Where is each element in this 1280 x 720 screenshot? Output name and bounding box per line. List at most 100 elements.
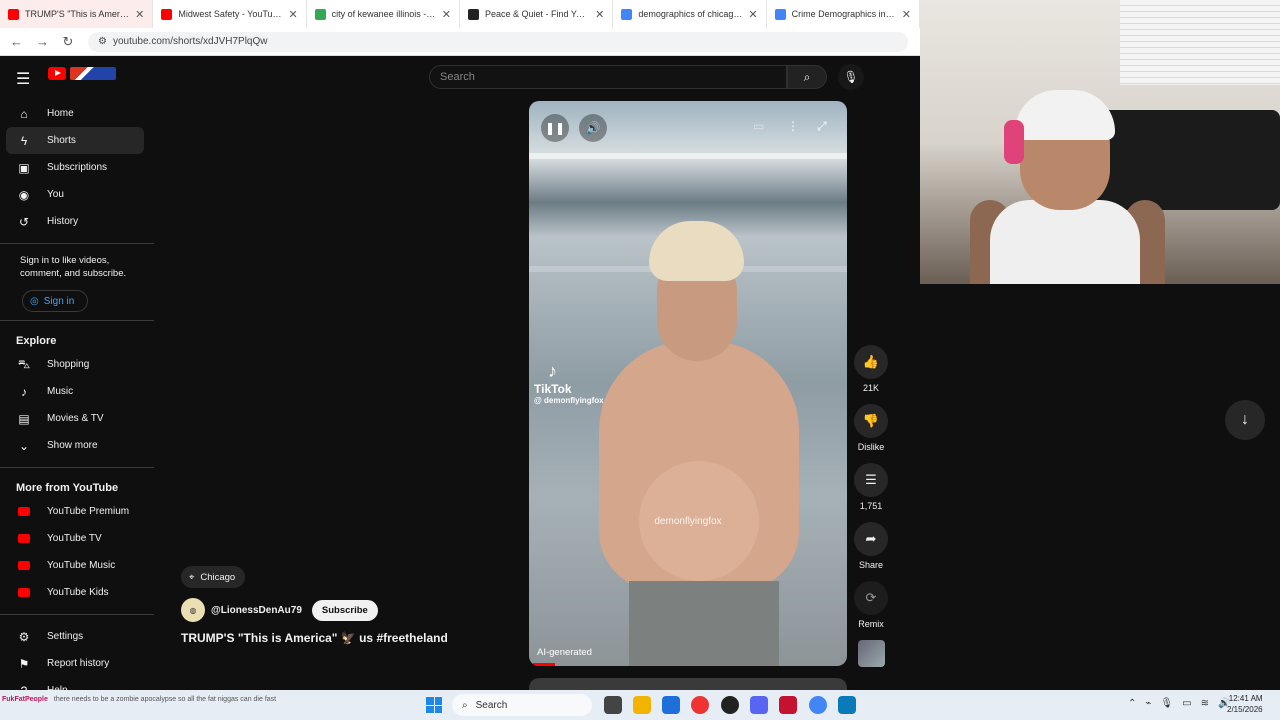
remix-button[interactable]: ⟳ Remix [853, 581, 889, 632]
discord-icon[interactable] [750, 696, 768, 714]
forward-icon[interactable]: → [36, 34, 49, 49]
progress-bar[interactable] [533, 663, 556, 666]
microphone-icon: 🎙 [843, 70, 859, 84]
browser-tab-bar: TRUMP'S "This is America" ✕ Midwest Safety… [0, 0, 920, 28]
dislike-button[interactable]: 👎 Dislike [853, 404, 889, 455]
voice-search-button[interactable]: 🎙 [838, 64, 864, 90]
sidebar-item-settings[interactable]: ⚙ Settings [6, 623, 144, 650]
like-button[interactable]: 👍 21K [853, 345, 889, 396]
channel-name[interactable]: @LionessDenAu79 [211, 605, 302, 616]
gear-icon: ⚙ [18, 629, 30, 644]
browser-tab[interactable]: Midwest Safety - YouTube ✕ [153, 0, 307, 28]
chevron-up-icon[interactable]: ⌃ [1128, 698, 1136, 709]
close-icon[interactable]: ✕ [748, 8, 757, 21]
short-metadata: ⌖ Chicago ◍ @LionessDenAu79 Subscribe TR… [181, 566, 448, 645]
sidebar-item-youtube-tv[interactable]: YouTube TV [6, 525, 144, 552]
close-icon[interactable]: ✕ [288, 8, 297, 21]
share-icon: ➦ [865, 531, 877, 546]
sidebar-item-label: Report history [47, 658, 110, 669]
network-icon[interactable]: ⌁ [1145, 698, 1151, 709]
tab-title: Peace & Quiet - Find Your Quiet [484, 9, 590, 19]
wifi-icon[interactable]: ≋ [1201, 698, 1209, 709]
comments-button[interactable]: ☰ 1,751 [853, 463, 889, 514]
sidebar-item-movies-tv[interactable]: ▤ Movies & TV [6, 405, 144, 432]
sign-in-button[interactable]: ◎ Sign in [22, 290, 88, 312]
pause-button[interactable]: ❚❚ [541, 114, 569, 142]
sound-thumbnail[interactable] [858, 640, 885, 667]
chrome-icon[interactable] [691, 696, 709, 714]
sidebar-item-history[interactable]: ↺ History [6, 208, 144, 235]
sidebar-item-label: YouTube Music [47, 560, 116, 571]
browser-tab[interactable]: city of kewanee illinois - Google ✕ [307, 0, 460, 28]
sidebar-item-youtube-kids[interactable]: YouTube Kids [6, 579, 144, 606]
store-icon[interactable] [662, 696, 680, 714]
location-chip[interactable]: ⌖ Chicago [181, 566, 246, 588]
subscribe-button[interactable]: Subscribe [311, 599, 378, 621]
history-icon: ↺ [18, 214, 30, 229]
menu-icon[interactable]: ☰ [16, 69, 30, 89]
video-title[interactable]: TRUMP'S "This is America" 🦅 us #freethel… [181, 631, 448, 645]
microphone-icon[interactable]: 🎙 [1160, 698, 1173, 709]
next-short-preview[interactable] [529, 678, 847, 690]
sidebar-item-music[interactable]: ♪ Music [6, 378, 144, 405]
sidebar-item-youtube-premium[interactable]: YouTube Premium [6, 498, 144, 525]
sidebar-item-home[interactable]: ⌂ Home [6, 100, 144, 127]
youtube-logo[interactable] [48, 67, 116, 80]
home-icon: ⌂ [20, 106, 28, 121]
taskbar-search[interactable]: ⌕ Search [452, 694, 592, 716]
pause-icon: ❚❚ [544, 121, 566, 135]
close-icon[interactable]: ✕ [595, 8, 604, 21]
more-options-icon[interactable]: ⋮ [787, 119, 799, 133]
chrome-active-icon[interactable] [809, 696, 827, 714]
file-explorer-icon[interactable] [633, 696, 651, 714]
explore-heading: Explore [16, 335, 57, 347]
sidebar-item-show-more[interactable]: ⌄ Show more [6, 432, 144, 459]
sidebar-item-label: Movies & TV [47, 413, 104, 424]
sidebar-item-you[interactable]: ◉ You [6, 181, 144, 208]
volume-button[interactable]: 🔊 [579, 114, 607, 142]
fullscreen-icon[interactable]: ⤢ [817, 119, 827, 134]
back-icon[interactable]: ← [10, 34, 23, 49]
close-icon[interactable]: ✕ [135, 8, 144, 21]
short-video-player[interactable]: ❚❚ 🔊 ▭ ⋮ ⤢ ♪ TikTok @ demonflyingfox dem… [529, 101, 847, 666]
search-input[interactable]: Search [429, 65, 787, 89]
system-tray: ⌃ ⌁ 🎙 ▭ ≋ 🔊 [1128, 698, 1230, 709]
sidebar-item-youtube-music[interactable]: YouTube Music [6, 552, 144, 579]
sidebar-divider [0, 320, 154, 321]
search-button[interactable]: ⌕ [787, 65, 827, 89]
display-icon[interactable]: ▭ [1182, 698, 1191, 709]
windows-taskbar: FukFatPeople there needs to be a zombie … [0, 690, 1280, 720]
obs-icon[interactable] [721, 696, 739, 714]
captions-icon[interactable]: ▭ [753, 119, 764, 133]
share-button[interactable]: ➦ Share [853, 522, 889, 573]
youtube-kids-icon [17, 586, 31, 600]
youtube-music-icon [17, 559, 31, 573]
sidebar-item-shorts[interactable]: ϟ Shorts [6, 127, 144, 154]
app-icon[interactable] [838, 696, 856, 714]
browser-tab[interactable]: Crime Demographics in US ✕ [767, 0, 920, 28]
ticker-username: FukFatPeople [2, 696, 48, 703]
browser-tab[interactable]: demographics of chicago - Google ✕ [613, 0, 767, 28]
clock[interactable]: 12:41 AM 2/15/2026 [1227, 693, 1263, 715]
task-view-icon[interactable] [604, 696, 622, 714]
tab-favicon-icon [774, 8, 786, 20]
sidebar-item-report-history[interactable]: ⚑ Report history [6, 650, 144, 677]
reload-icon[interactable]: ↻ [62, 34, 74, 50]
windows-start-icon[interactable] [426, 697, 442, 713]
close-icon[interactable]: ✕ [442, 8, 451, 21]
shorts-icon: ϟ [20, 133, 28, 148]
sidebar-item-help[interactable]: ?Help [6, 677, 144, 691]
sidebar-item-shopping[interactable]: ⛍ Shopping [6, 351, 144, 378]
browser-tab[interactable]: Peace & Quiet - Find Your Quiet ✕ [460, 0, 614, 28]
next-short-button[interactable]: ↓ [1225, 400, 1265, 440]
youtube-tv-icon [17, 532, 31, 546]
flag-icon: ⚑ [18, 656, 30, 671]
adobe-icon[interactable] [779, 696, 797, 714]
avatar[interactable]: ◍ [181, 598, 205, 622]
tab-favicon-icon [161, 8, 173, 20]
sidebar-item-subscriptions[interactable]: ▣ Subscriptions [6, 154, 144, 181]
close-icon[interactable]: ✕ [902, 8, 911, 21]
address-bar[interactable]: ⚙ youtube.com/shorts/xdJVH7PlqQw [88, 31, 908, 52]
site-info-icon[interactable]: ⚙ [98, 36, 107, 47]
browser-tab[interactable]: TRUMP'S "This is America" ✕ [0, 0, 154, 28]
